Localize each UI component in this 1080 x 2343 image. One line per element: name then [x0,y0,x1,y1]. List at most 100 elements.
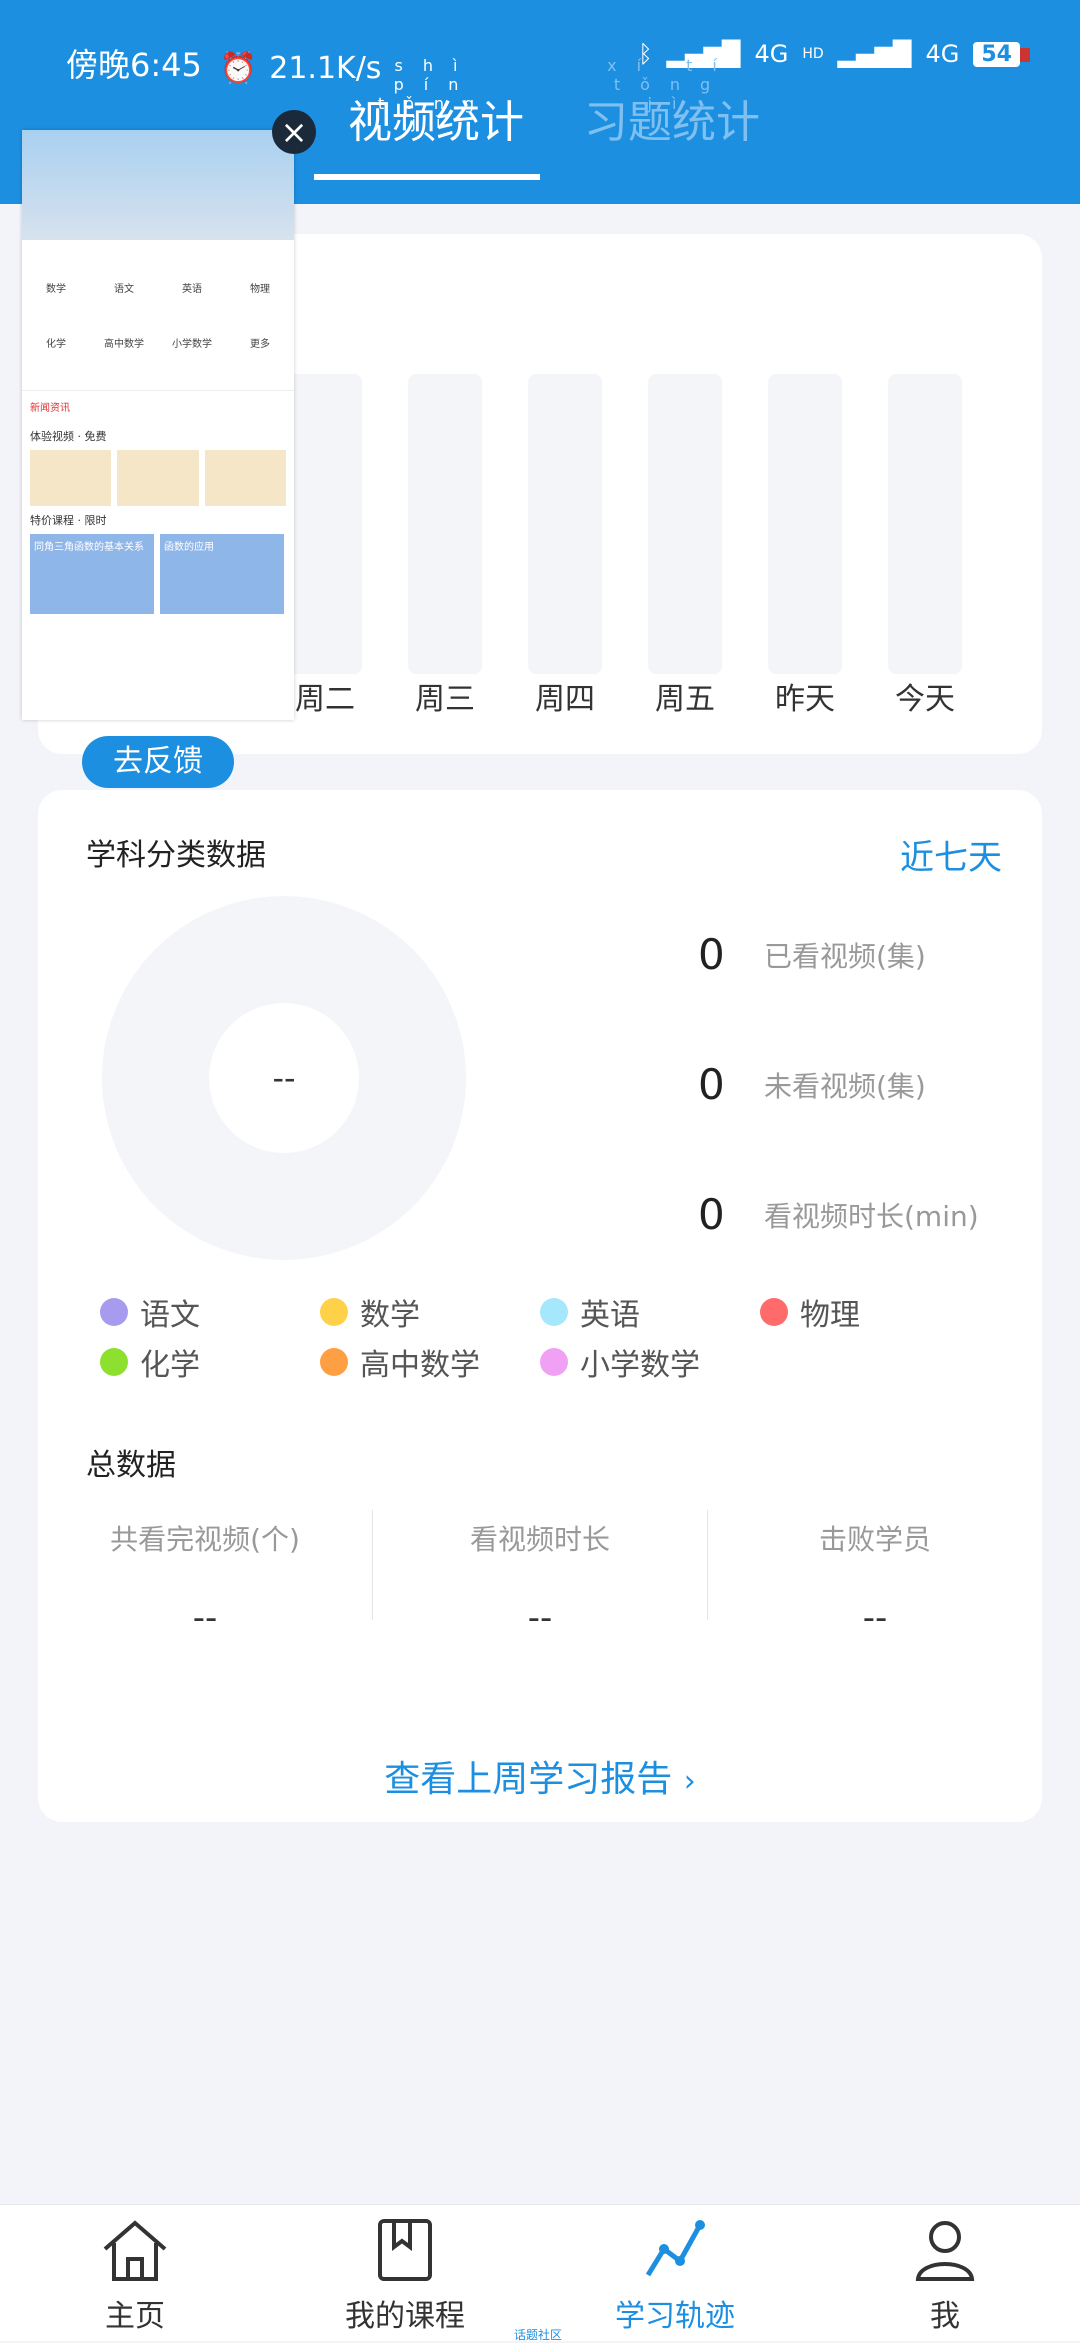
total-item: 看视频时长 -- [373,1510,708,1638]
stat-value: 0 [698,930,725,979]
preview-subject: 数学 [46,284,66,295]
bar-label: 周四 [535,682,595,717]
bar-day-5: 昨天 [768,374,842,717]
legend-dot [760,1298,788,1326]
nav-me[interactable]: 我 [810,2205,1080,2341]
totals-title: 总数据 [86,1448,176,1483]
preview-subject: 英语 [182,284,202,295]
alarm-icon: ⏰ [219,51,258,86]
hd-badge: HD [802,46,824,62]
battery-indicator: 54 [973,41,1030,67]
stat-label: 未看视频(集) [764,1069,926,1103]
nav-label: 主页 [105,2299,165,2334]
status-time: 傍晚6:45 [66,46,202,84]
preview-section-paid: 特价课程 · 限时 [30,514,107,527]
subject-donut-chart: -- [102,896,466,1260]
book-icon [378,2219,432,2281]
status-bar-left: 傍晚6:45 ⏰ 21.1K/s [66,40,381,86]
preview-subject: 更多 [250,339,270,350]
nav-label: 我 [930,2299,960,2334]
tab-video-stats[interactable]: shì pín tǒng jì 视频统计 [348,56,524,150]
nav-label: 我的课程 [345,2299,465,2334]
preview-course-thumb: 函数的应用 [160,534,284,614]
bar-day-2: 周三 [408,374,482,717]
totals-row: 共看完视频(个) -- 看视频时长 -- 击败学员 -- [38,1510,1042,1638]
user-icon [915,2221,975,2281]
legend-label: 语文 [140,1298,200,1333]
report-link-label: 查看上周学习报告 [384,1759,673,1800]
range-selector[interactable]: 近七天 [900,830,1002,879]
preview-thumb [117,450,199,506]
home-icon [103,2220,167,2281]
nav-learning-track[interactable]: 学习轨迹 [540,2205,810,2341]
total-label: 看视频时长 [469,1523,610,1556]
preview-course-thumb: 同角三角函数的基本关系 [30,534,154,614]
stat-watched: 0 已看视频(集) [698,930,926,979]
preview-thumb [204,450,286,506]
stats-tabs: shì pín tǒng jì 视频统计 xí tí tǒng jì 习题统计 [348,56,760,150]
total-value: -- [192,1598,218,1638]
last-week-report-link[interactable]: 查看上周学习报告 › [38,1750,1042,1802]
tab-ruby: xí tí tǒng jì [607,56,737,113]
tab-exercise-stats[interactable]: xí tí tǒng jì 习题统计 [584,56,760,150]
tab-ruby: shì pín tǒng jì [377,56,495,132]
stat-value: 0 [698,1190,725,1239]
nav-label: 学习轨迹 [615,2299,735,2334]
total-item: 共看完视频(个) -- [38,1510,373,1638]
active-tab-indicator [314,174,540,180]
legend-item: 数学 [320,1290,540,1334]
community-label[interactable]: 话题社区 [514,2326,562,2343]
legend-dot [320,1298,348,1326]
preview-banner [22,130,294,240]
legend-item: 小学数学 [540,1340,760,1384]
legend-item: 物理 [760,1290,980,1334]
nav-my-courses[interactable]: 我的课程 [270,2205,540,2341]
weekly-bar-chart: 周二 周三 周四 周五 昨天 今天 [288,374,962,717]
signal-icon-2: ▂▄▆█ [837,40,912,68]
legend-item: 语文 [100,1290,320,1334]
stat-unwatched: 0 未看视频(集) [698,1060,926,1109]
legend-dot [540,1348,568,1376]
subject-section-title: 学科分类数据 [86,838,266,873]
preview-thumb [30,450,112,506]
bottom-nav: 主页 我的课程 学习轨迹 我 [0,2204,1080,2341]
stat-value: 0 [698,1060,725,1109]
legend-item: 高中数学 [320,1340,540,1384]
preview-course-title: 函数的应用 [164,542,214,553]
chevron-right-icon: › [683,1764,696,1799]
preview-course-thumbs: 同角三角函数的基本关系 函数的应用 [22,534,294,614]
legend-label: 物理 [800,1298,860,1333]
feedback-button[interactable]: 去反馈 [82,736,234,788]
subject-legend: 语文 数学 英语 物理化学 高中数学 小学数学 [100,1290,980,1384]
network-type-2: 4G [925,40,960,68]
subject-data-card: 学科分类数据 近七天 -- 0 已看视频(集) 0 未看视频(集) 0 看视频时… [38,790,1042,1822]
nav-home[interactable]: 主页 [0,2205,270,2341]
preview-subject-grid: 数学 语文 英语 物理 化学 高中数学 小学数学 更多 [22,240,294,390]
legend-item: 英语 [540,1290,760,1334]
total-value: -- [862,1598,888,1638]
legend-label: 小学数学 [580,1348,700,1383]
bar-label: 昨天 [775,682,835,717]
donut-center-value: -- [209,1003,359,1153]
trend-icon [645,2220,705,2277]
stat-label: 已看视频(集) [764,939,926,973]
bar-day-1: 周二 [288,374,362,717]
preview-subject: 化学 [46,339,66,350]
preview-news: 新闻资讯 [22,390,294,422]
bar-day-3: 周四 [528,374,602,717]
total-value: -- [527,1598,553,1638]
close-preview-button[interactable]: × [272,110,316,154]
legend-label: 数学 [360,1298,420,1333]
app-preview-overlay[interactable]: 数学 语文 英语 物理 化学 高中数学 小学数学 更多 新闻资讯 体验视频 · … [22,130,294,720]
preview-subject: 语文 [114,284,134,295]
bar-day-6: 今天 [888,374,962,717]
legend-dot [100,1348,128,1376]
preview-subject: 物理 [250,284,270,295]
legend-label: 化学 [140,1348,200,1383]
legend-label: 高中数学 [360,1348,480,1383]
bar-label: 周五 [655,682,715,717]
legend-dot [540,1298,568,1326]
stat-duration: 0 看视频时长(min) [698,1190,979,1239]
bar-label: 今天 [895,682,955,717]
bar-label: 周三 [415,682,475,717]
